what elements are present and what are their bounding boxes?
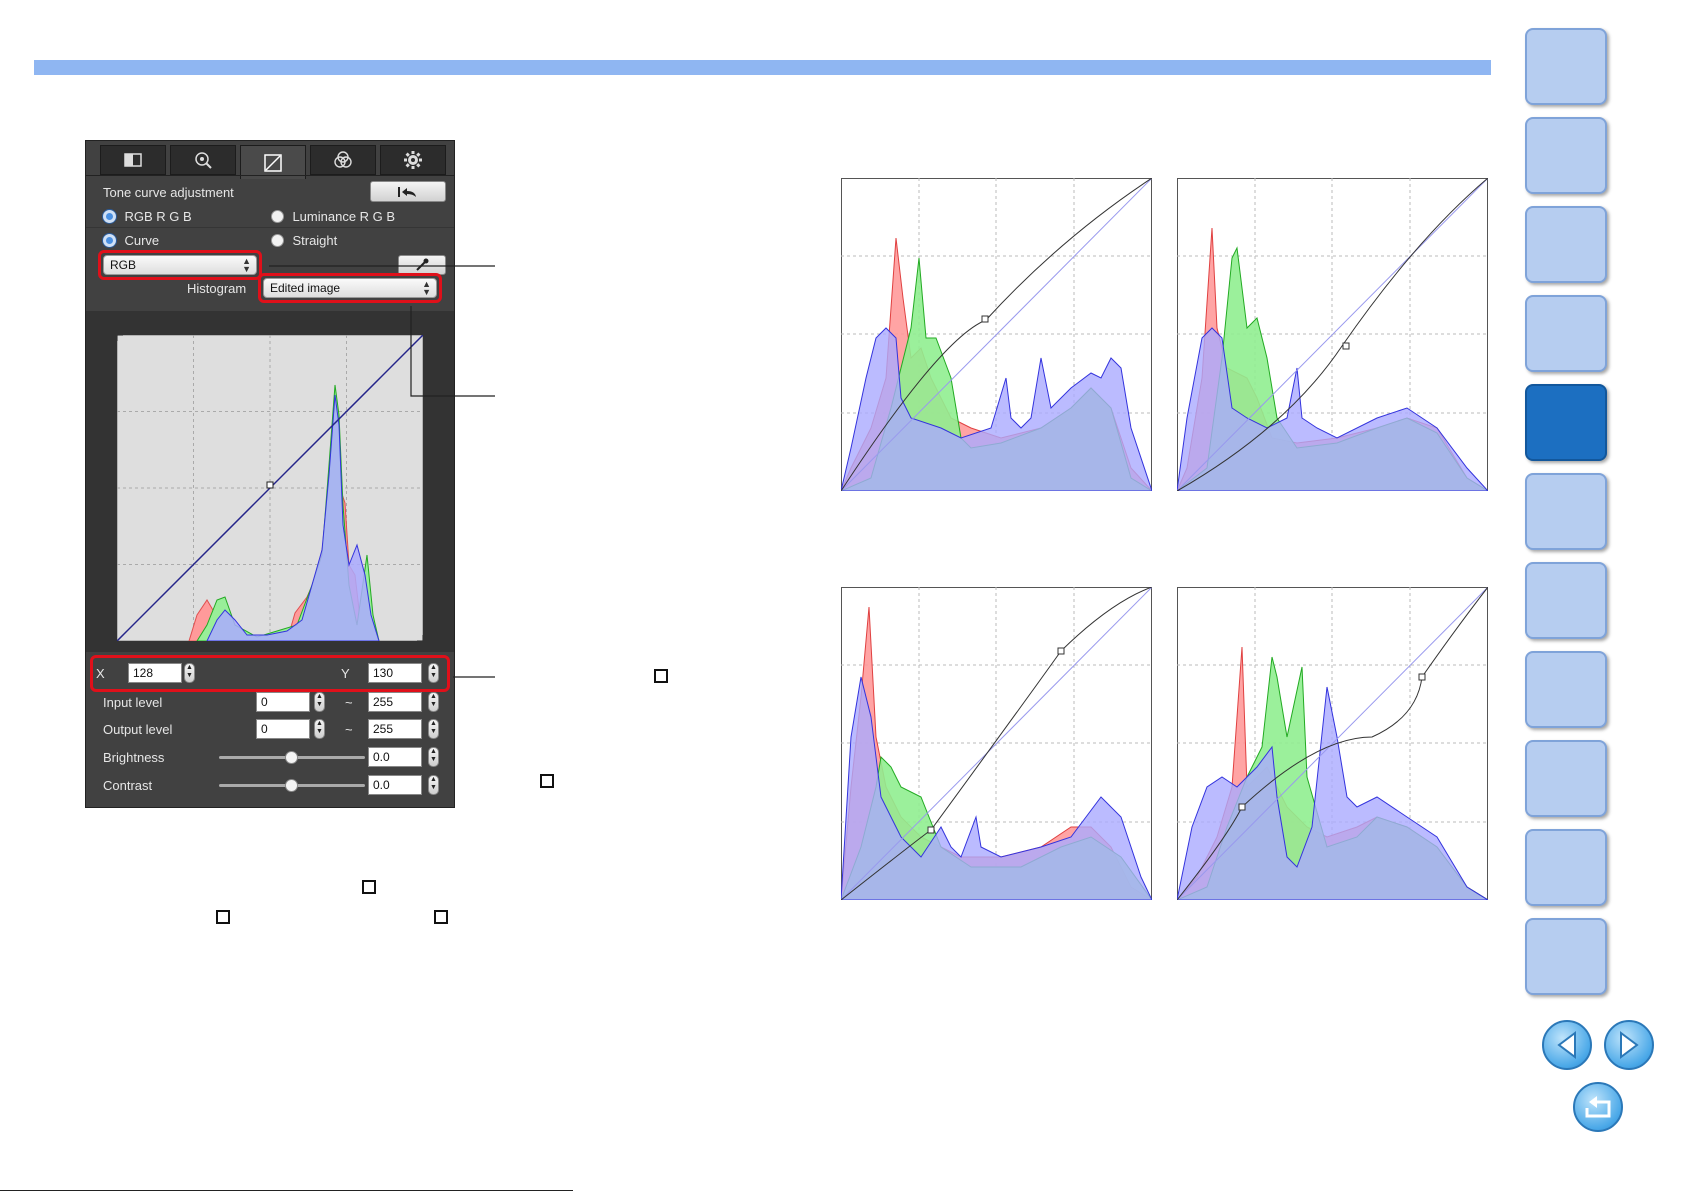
left-arrow-icon <box>1557 1031 1576 1059</box>
callout-square <box>362 880 376 894</box>
return-icon <box>1585 1096 1611 1118</box>
nav-tab-11[interactable] <box>1525 918 1607 995</box>
return-button[interactable] <box>1573 1082 1623 1132</box>
nav-tab-10[interactable] <box>1525 829 1607 906</box>
right-arrow-icon <box>1620 1031 1639 1059</box>
example-curve-2 <box>1177 178 1488 491</box>
callout-square <box>434 910 448 924</box>
example-curve-1 <box>841 178 1152 491</box>
nav-tab-8[interactable] <box>1525 651 1607 728</box>
callout-square <box>654 669 668 683</box>
nav-tab-4[interactable] <box>1525 295 1607 372</box>
nav-tab-9[interactable] <box>1525 740 1607 817</box>
callout-square <box>540 774 554 788</box>
nav-tab-5[interactable] <box>1525 384 1607 461</box>
nav-tab-2[interactable] <box>1525 117 1607 194</box>
callout-square <box>216 910 230 924</box>
nav-tab-6[interactable] <box>1525 473 1607 550</box>
example-curve-3 <box>841 587 1152 900</box>
nav-tab-7[interactable] <box>1525 562 1607 639</box>
prev-page-button[interactable] <box>1542 1020 1592 1070</box>
nav-tab-3[interactable] <box>1525 206 1607 283</box>
nav-tab-1[interactable] <box>1525 28 1607 105</box>
example-curve-4 <box>1177 587 1488 900</box>
next-page-button[interactable] <box>1604 1020 1654 1070</box>
